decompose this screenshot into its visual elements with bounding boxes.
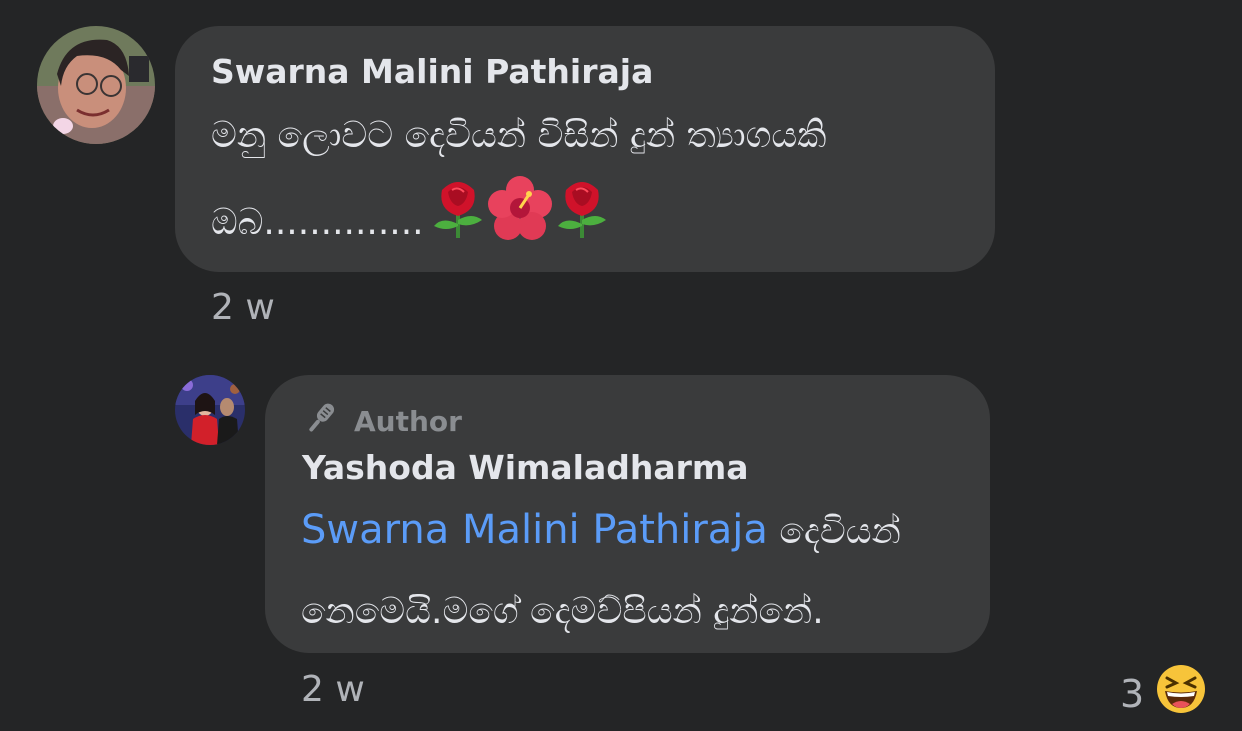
reaction-count: 3 bbox=[1120, 671, 1145, 716]
comment-text-line-1: මනු ලොවට දෙවියන් විසින් දුන් ත්‍යාගයකි bbox=[211, 115, 827, 156]
rose-icon bbox=[428, 176, 488, 269]
comment-text-line-2-text: ඔබ.............. bbox=[211, 201, 424, 243]
reply-author-name[interactable]: Yashoda Wimaladharma bbox=[302, 448, 749, 487]
reply-avatar-photo bbox=[175, 375, 245, 445]
comment-timestamp[interactable]: 2 w bbox=[211, 287, 275, 328]
reply-timestamp[interactable]: 2 w bbox=[301, 669, 365, 710]
comment-thread: Swarna Malini Pathiraja මනු ලොවට දෙවියන්… bbox=[0, 0, 1242, 731]
reaction-summary[interactable]: 3 bbox=[1120, 664, 1206, 723]
reply-text-after-mention: දෙවියන් bbox=[767, 511, 901, 552]
laughing-emoji-icon bbox=[1156, 664, 1206, 723]
comment-text: මනු ලොවට දෙවියන් විසින් දුන් ත්‍යාගයකි ඔ… bbox=[211, 96, 981, 269]
mention-link[interactable]: Swarna Malini Pathiraja bbox=[301, 507, 768, 553]
author-badge-label: Author bbox=[354, 405, 462, 438]
avatar-photo bbox=[37, 26, 155, 144]
rose-icon bbox=[552, 176, 612, 269]
comment-text-line-2: ඔබ.............. bbox=[211, 176, 981, 269]
comment-author-name[interactable]: Swarna Malini Pathiraja bbox=[211, 52, 653, 91]
reply-avatar[interactable] bbox=[175, 375, 245, 445]
reply-text-line-1: Swarna Malini Pathiraja දෙවියන් bbox=[301, 490, 981, 572]
microphone-icon bbox=[302, 399, 340, 444]
hibiscus-icon bbox=[487, 176, 552, 269]
avatar[interactable] bbox=[37, 26, 155, 144]
author-badge: Author bbox=[302, 399, 462, 444]
reply-text: Swarna Malini Pathiraja දෙවියන් නෙමෙයි.ම… bbox=[301, 490, 981, 652]
reply-text-line-2: නෙමෙයි.මගේ දෙමව්පියන් දුන්නේ. bbox=[301, 591, 824, 632]
